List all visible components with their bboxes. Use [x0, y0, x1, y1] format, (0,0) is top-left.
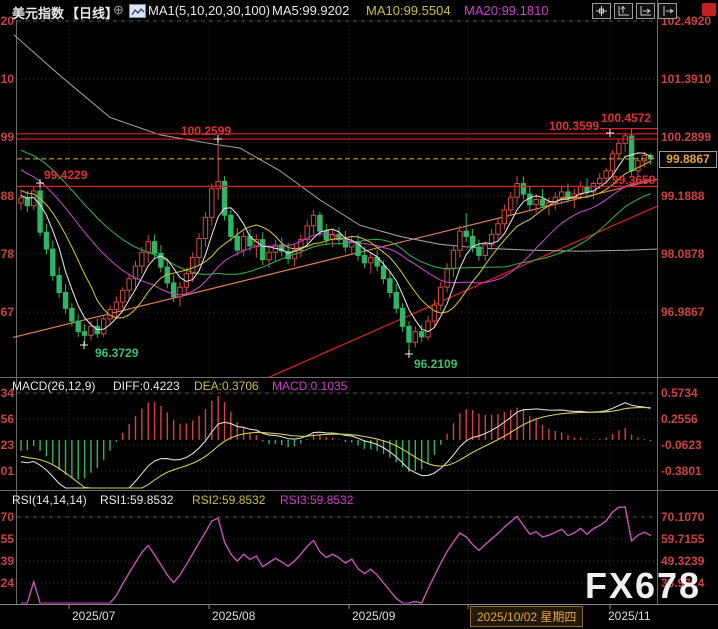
macd-layer	[20, 395, 652, 489]
rsi-tick-label-left: 70.1070	[0, 510, 14, 524]
price-annotation: 100.3599	[549, 119, 600, 133]
price-annotation: 96.2109	[414, 357, 458, 371]
ma-config-label: MA1(5,10,20,30,100)	[148, 3, 271, 18]
rsi-tick-label-left: 49.3239	[0, 553, 14, 568]
chart-canvas[interactable]	[0, 0, 718, 629]
time-label: 2025/11	[608, 609, 651, 623]
rsi-layer	[21, 506, 651, 604]
ma20-value: MA20:99.1810	[464, 3, 549, 18]
rsi-title: RSI(14,14,14)	[12, 493, 87, 507]
rsi3-value: RSI3:59.8532	[280, 493, 354, 507]
price-tick-label-left: 99.1888	[0, 188, 14, 203]
instrument-title: 美元指数	[12, 6, 65, 21]
watermark-logo: FX678	[585, 565, 702, 606]
rsi-tick-label-left: 59.7155	[0, 532, 14, 546]
macd-tick-label-left: 0.2556	[0, 411, 14, 426]
macd-dea-value: DEA:0.3706	[194, 379, 259, 393]
price-tick-label-left: 101.3910	[0, 72, 14, 87]
time-label: 2025/09	[352, 609, 396, 623]
ma10-value: MA10:99.5504	[366, 3, 451, 18]
extreme-markers	[36, 129, 614, 358]
macd-value: MACD:0.1035	[272, 379, 348, 393]
macd-tick-label: 0.5734	[661, 385, 698, 400]
shift-right-icon[interactable]	[658, 3, 677, 19]
macd-tick-label-left: -0.0623	[0, 437, 14, 452]
price-tick-label: 101.3910	[661, 72, 712, 87]
price-tick-label-left: 98.0878	[0, 246, 14, 261]
ma5-value: MA5:99.9202	[272, 3, 350, 18]
price-tick-label: 100.2899	[661, 130, 712, 145]
expand-icon[interactable]: ⊕	[113, 2, 124, 18]
macd-tick-label: -0.3801	[661, 463, 702, 478]
price-tick-label-left: 100.2899	[0, 130, 14, 145]
rsi-tick-label-left: 38.9324	[0, 575, 14, 590]
time-label: 2025/08	[212, 609, 256, 623]
price-annotation: 99.3659	[612, 173, 656, 187]
candles-layer	[18, 128, 654, 354]
axis-scroll-icon[interactable]	[636, 3, 655, 19]
macd-tick-label: -0.0623	[661, 437, 702, 452]
price-annotation: 100.2599	[181, 124, 232, 138]
time-label: 2025/07	[72, 609, 116, 623]
app-badge-icon[interactable]	[702, 3, 716, 16]
grid-layer	[17, 20, 657, 609]
macd-tick-label-left: -0.3801	[0, 463, 14, 478]
macd-tick-label-left: 0.5734	[0, 385, 14, 400]
rsi-tick-label: 59.7155	[661, 532, 705, 546]
macd-diff-value: DIFF:0.4223	[113, 379, 180, 393]
macd-tick-label: 0.2556	[661, 411, 698, 426]
chart-window: { "header": { "title": "美元指数", "period":…	[0, 0, 718, 629]
current-price-badge: 99.8867	[659, 150, 717, 168]
price-tick-label: 99.1888	[661, 188, 705, 203]
period-label: 【日线】	[66, 6, 119, 21]
price-annotation: 99.4229	[44, 168, 88, 182]
rsi1-value: RSI1:59.8532	[100, 493, 174, 507]
price-annotation: 96.3729	[95, 346, 139, 360]
time-label-highlight: 2025/10/02 星期四	[470, 606, 584, 627]
ma100-line	[13, 34, 658, 252]
price-tick-label: 96.9867	[661, 305, 705, 320]
rsi2-value: RSI2:59.8532	[192, 493, 266, 507]
price-tick-label: 98.0878	[661, 246, 705, 261]
price-annotation: 100.4572	[601, 111, 652, 125]
axis-zoom-icon[interactable]	[614, 3, 633, 19]
crosshair-icon[interactable]	[592, 3, 611, 19]
mini-chart-icon[interactable]	[129, 4, 146, 18]
rsi-tick-label: 70.1070	[661, 510, 705, 524]
macd-title: MACD(26,12,9)	[12, 379, 96, 393]
price-tick-label-left: 96.9867	[0, 305, 14, 320]
